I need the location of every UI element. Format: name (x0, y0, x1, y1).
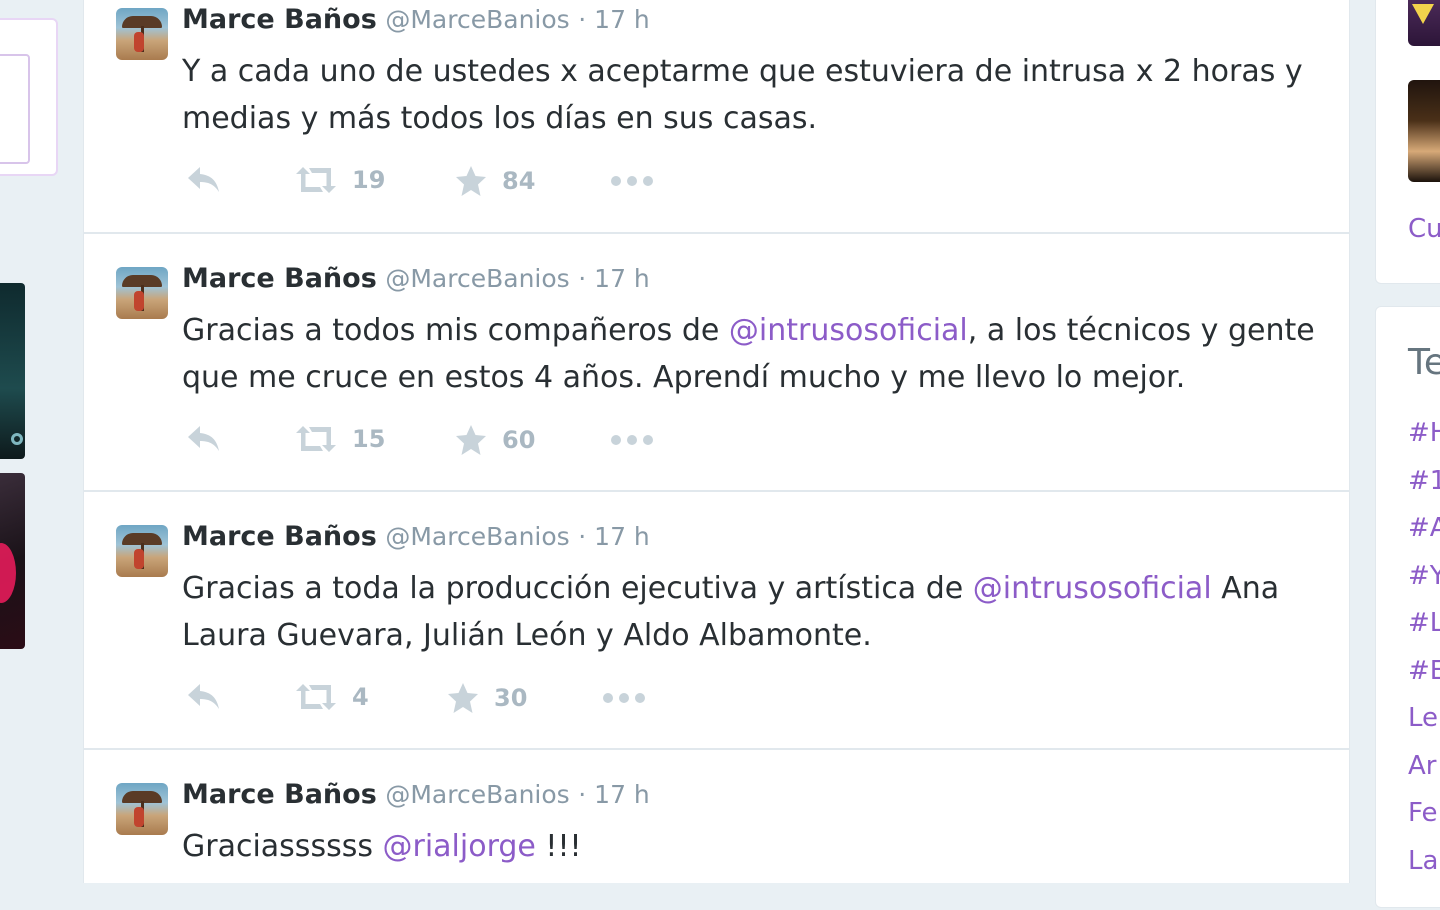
favorite-count: 30 (494, 684, 528, 712)
author-handle[interactable]: @MarceBanios (385, 522, 569, 551)
retweet-icon (296, 684, 336, 710)
left-profile-card (0, 18, 58, 176)
trend-item[interactable]: Ar (1408, 751, 1436, 781)
favorite-button[interactable]: 30 (446, 682, 527, 714)
more-dots-icon (611, 176, 653, 186)
author-handle[interactable]: @MarceBanios (385, 264, 569, 293)
retweet-button[interactable]: 19 (294, 165, 385, 195)
retweet-count: 15 (352, 425, 386, 453)
retweet-icon (296, 167, 336, 193)
trend-item[interactable]: #H (1408, 418, 1440, 448)
retweet-icon (296, 426, 336, 452)
suggestions-link[interactable]: Cu (1408, 214, 1440, 244)
trend-item[interactable]: #A (1408, 513, 1440, 543)
favorite-button[interactable]: 84 (454, 165, 535, 197)
author-name[interactable]: Marce Baños (182, 4, 377, 35)
mention-link[interactable]: @intrusosoficial (973, 571, 1212, 606)
tweet-item[interactable]: Marce Baños @MarceBanios · 17 h Gracias … (84, 492, 1349, 750)
trend-item[interactable]: #Y (1408, 561, 1440, 591)
more-button[interactable] (610, 169, 654, 193)
tweet-header: Marce Baños @MarceBanios · 17 h (182, 779, 650, 810)
mention-link[interactable]: @rialjorge (383, 829, 536, 864)
reply-button[interactable] (186, 682, 222, 712)
mention-link[interactable]: @intrusosoficial (729, 313, 968, 348)
avatar[interactable] (116, 267, 168, 319)
tweet-timestamp[interactable]: · 17 h (578, 522, 650, 551)
avatar[interactable] (116, 8, 168, 60)
avatar[interactable] (116, 525, 168, 577)
avatar[interactable] (116, 783, 168, 835)
star-icon (456, 166, 486, 196)
retweet-count: 4 (352, 683, 369, 711)
tweet-text: Gracias a todos mis compañeros de @intru… (182, 313, 1325, 395)
trends-title: Te (1408, 342, 1440, 383)
author-name[interactable]: Marce Baños (182, 779, 377, 810)
reply-icon (188, 684, 219, 709)
star-icon (456, 425, 486, 455)
tweet-item[interactable]: Marce Baños @MarceBanios · 17 h Graciass… (84, 750, 1349, 910)
author-handle[interactable]: @MarceBanios (385, 5, 569, 34)
retweet-count: 19 (352, 166, 386, 194)
tweet-text: Graciassssss @rialjorge !!! (182, 829, 582, 864)
trend-item[interactable]: #L (1408, 608, 1440, 638)
trend-item[interactable]: #1 (1408, 466, 1440, 496)
tweet-header: Marce Baños @MarceBanios · 17 h (182, 4, 650, 35)
author-handle[interactable]: @MarceBanios (385, 780, 569, 809)
favorite-count: 84 (502, 167, 536, 195)
author-name[interactable]: Marce Baños (182, 521, 377, 552)
author-name[interactable]: Marce Baños (182, 263, 377, 294)
favorite-count: 60 (502, 426, 536, 454)
more-button[interactable] (610, 428, 654, 452)
star-icon (448, 683, 478, 713)
tweet-timestamp[interactable]: · 17 h (578, 264, 650, 293)
tweet-header: Marce Baños @MarceBanios · 17 h (182, 521, 650, 552)
suggestion-avatar[interactable] (1408, 80, 1440, 182)
retweet-button[interactable]: 4 (294, 682, 369, 712)
media-badge-icon (11, 433, 23, 445)
trend-item[interactable]: #E (1408, 656, 1440, 686)
retweet-button[interactable]: 15 (294, 424, 385, 454)
tweet-item[interactable]: Marce Baños @MarceBanios · 17 h Gracias … (84, 234, 1349, 492)
trend-item[interactable]: Fe (1408, 798, 1438, 828)
reply-button[interactable] (186, 165, 222, 195)
reply-button[interactable] (186, 424, 222, 454)
tweet-timestamp[interactable]: · 17 h (578, 5, 650, 34)
tweet-header: Marce Baños @MarceBanios · 17 h (182, 263, 650, 294)
tweet-timestamp[interactable]: · 17 h (578, 780, 650, 809)
tweet-text: Y a cada uno de ustedes x aceptarme que … (182, 54, 1313, 136)
tweet-item[interactable]: Marce Baños @MarceBanios · 17 h Y a cada… (84, 0, 1349, 234)
left-media-thumbnail[interactable] (0, 473, 25, 649)
more-dots-icon (603, 693, 645, 703)
more-button[interactable] (602, 686, 646, 710)
suggestion-avatar[interactable] (1408, 0, 1440, 46)
favorite-button[interactable]: 60 (454, 424, 535, 456)
left-media-thumbnail[interactable] (0, 283, 25, 459)
trend-item[interactable]: La (1408, 846, 1438, 876)
more-dots-icon (611, 435, 653, 445)
tweet-text: Gracias a toda la producción ejecutiva y… (182, 571, 1289, 653)
reply-icon (188, 167, 219, 192)
tweet-timeline: Marce Baños @MarceBanios · 17 h Y a cada… (83, 0, 1350, 883)
reply-icon (188, 426, 219, 451)
left-card-field[interactable] (0, 54, 30, 164)
trend-item[interactable]: Le (1408, 703, 1438, 733)
media-art (0, 543, 16, 603)
